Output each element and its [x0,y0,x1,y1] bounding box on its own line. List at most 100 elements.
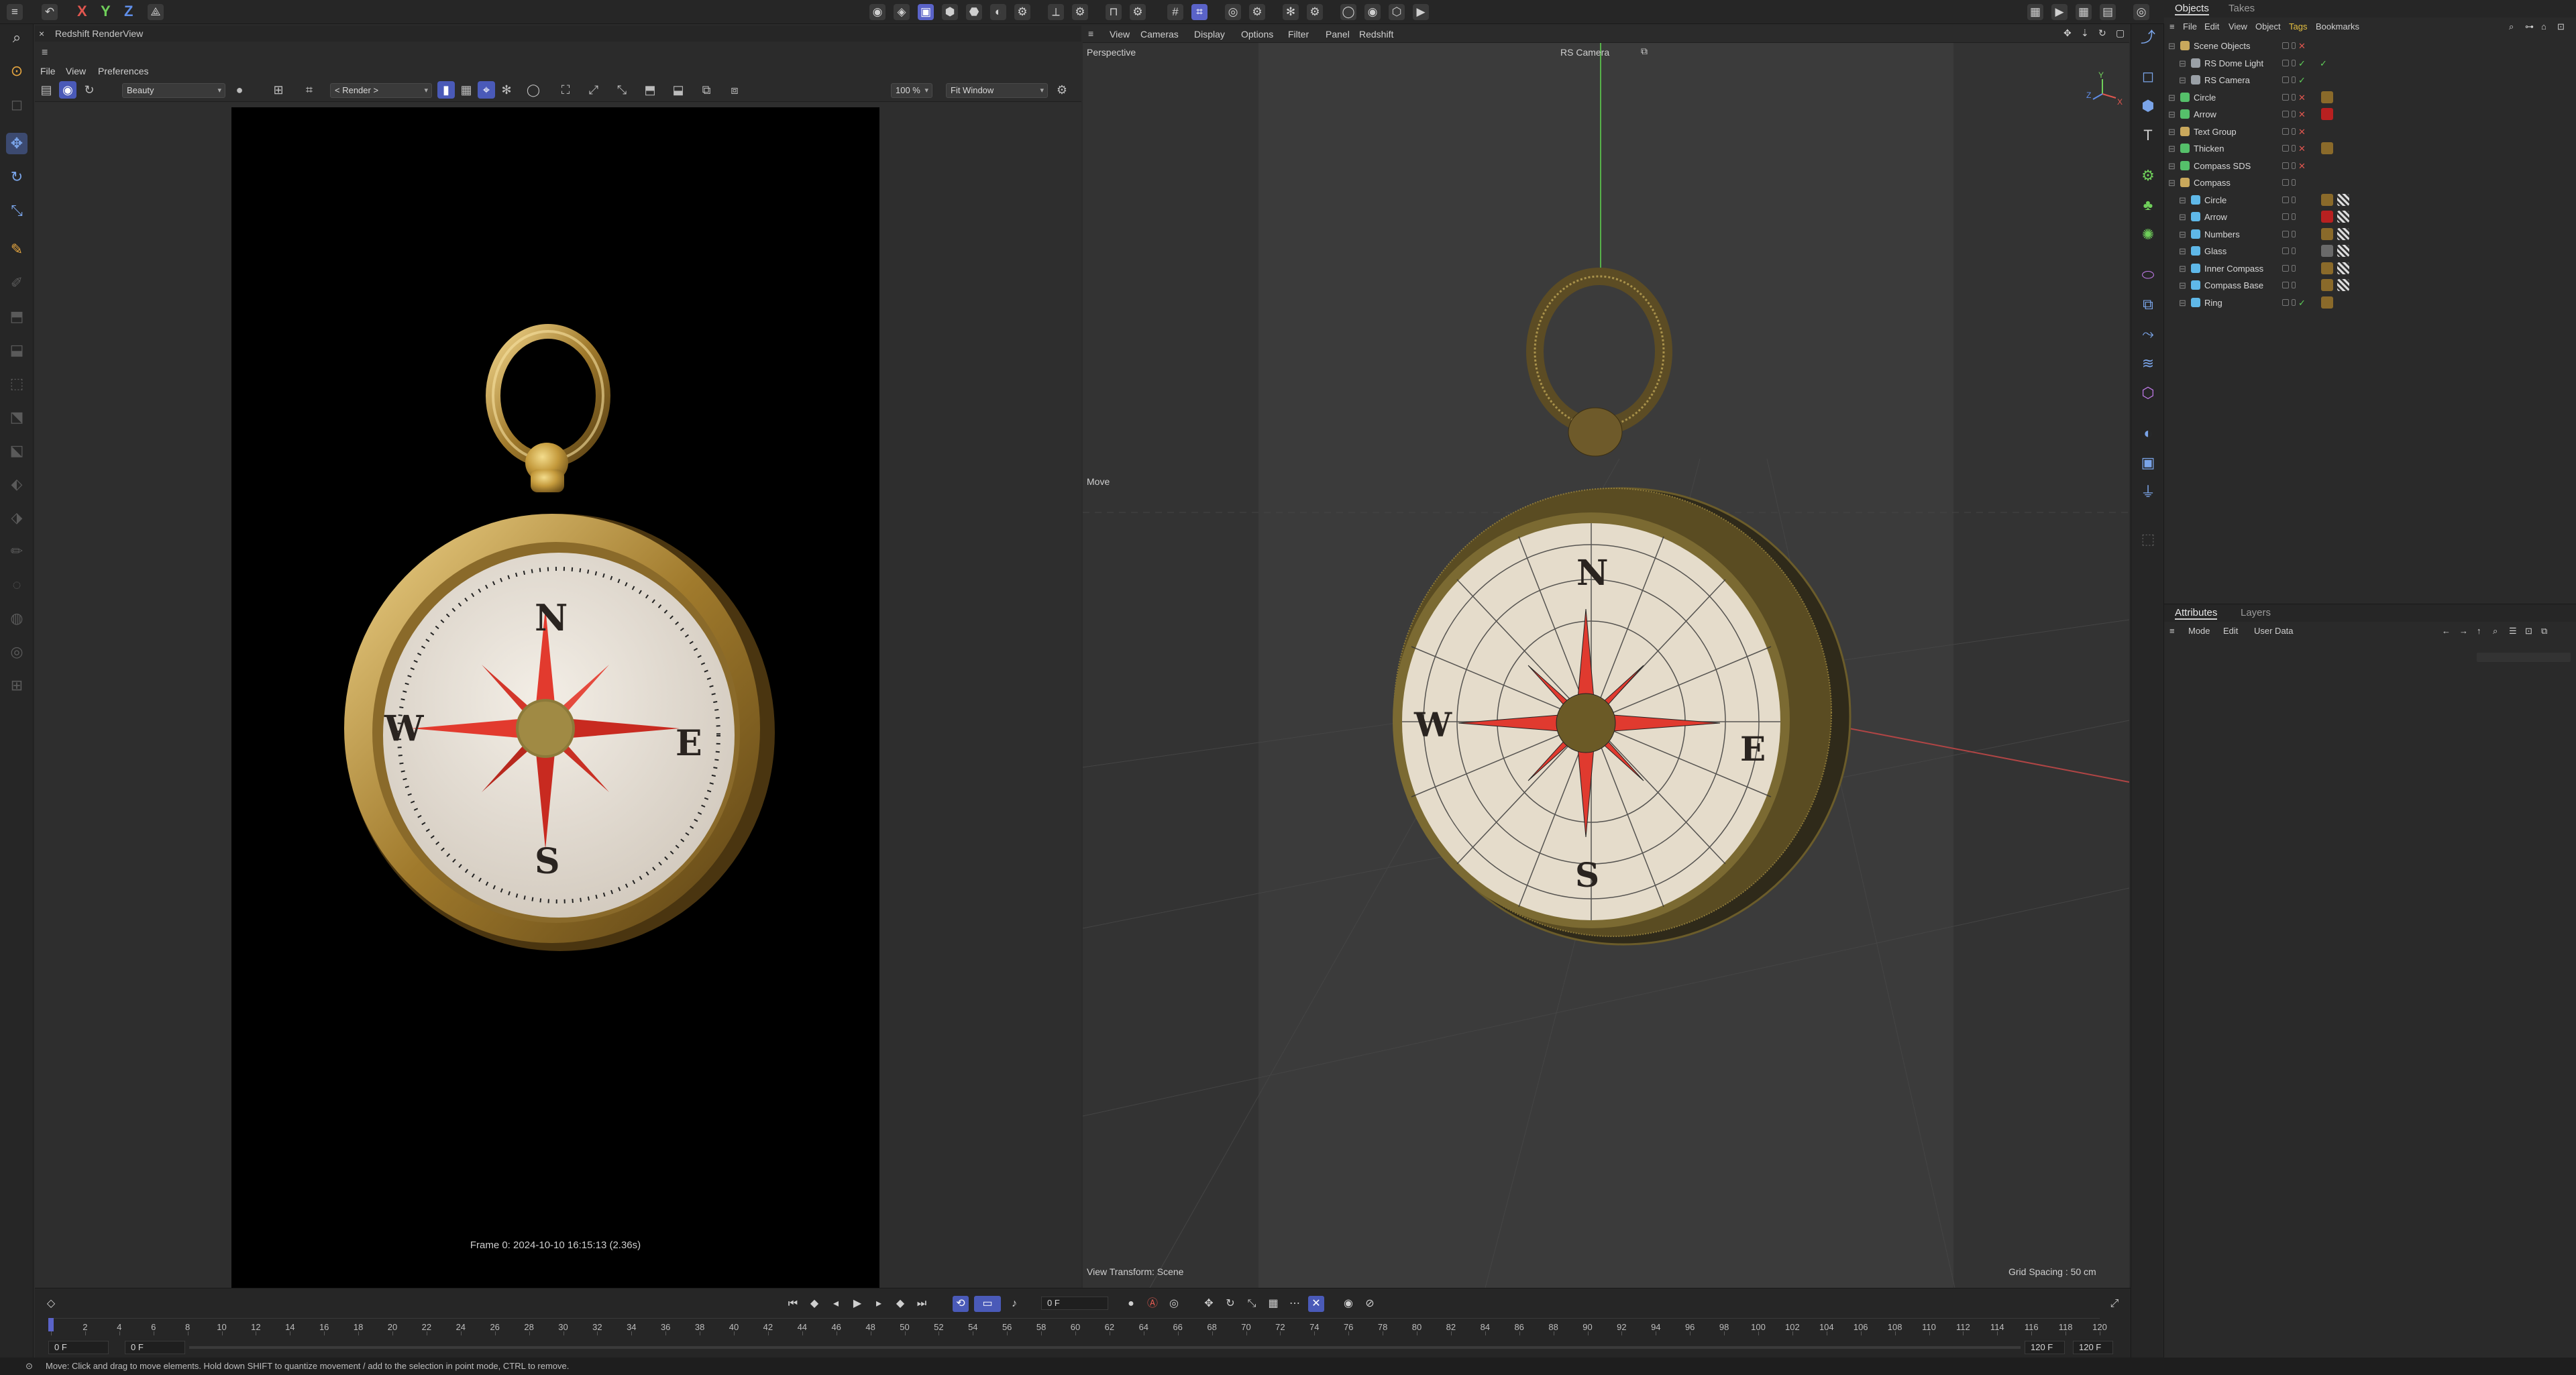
x-axis-lock[interactable]: X [77,3,87,20]
export-icon[interactable]: ⬓ [669,81,687,99]
visibility-render-toggle[interactable] [2292,179,2296,186]
visibility-editor-toggle[interactable] [2282,196,2289,203]
search-icon[interactable]: ⌕ [2493,626,2498,637]
expand-toggle-icon[interactable]: ⊟ [2179,260,2186,277]
null-object-icon[interactable]: ⤴ [2137,27,2159,48]
expand-toggle-icon[interactable]: ⊟ [2179,294,2186,311]
enabled-check-icon[interactable]: ✓ [2298,55,2306,72]
visibility-render-toggle[interactable] [2292,42,2296,49]
settings-gear-icon[interactable]: ⚙ [1014,4,1030,20]
material-tag-icon[interactable] [2321,245,2333,257]
simulation-icon[interactable]: ⬡ [2137,382,2159,404]
render-camera-dropdown[interactable]: < Render > [330,83,432,98]
visibility-editor-toggle[interactable] [2282,230,2289,237]
dolly-icon[interactable]: ⇣ [2081,28,2089,39]
history-icon[interactable]: ⧈ [726,81,743,99]
tab-attributes[interactable]: Attributes [2175,607,2218,620]
spline-icon[interactable]: ⤳ [2137,323,2159,345]
object-row[interactable]: ⊟ Arrow [2164,209,2576,225]
new-window-icon[interactable]: ⧉ [2541,626,2547,637]
crop-icon[interactable]: ⌗ [301,81,318,99]
preview-start-field[interactable]: 0 F [48,1341,109,1354]
vp-menu-panel[interactable]: Panel [1326,29,1350,40]
object-row[interactable]: ⊟ Numbers [2164,226,2576,243]
snapshot-icon[interactable]: ▤ [38,81,55,99]
material-tag-icon[interactable] [2321,91,2333,103]
filter-icon[interactable]: ⊶ [2525,21,2534,32]
scale-tool-icon[interactable]: ⤡ [6,200,28,221]
disabled-cross-icon[interactable]: ✕ [2298,38,2306,54]
live-selection-icon[interactable]: ⊙ [6,60,28,82]
rotate-tool-icon[interactable]: ↻ [6,166,28,188]
object-row[interactable]: ⊟ Compass Base [2164,277,2576,294]
expand-toggle-icon[interactable]: ⊟ [2168,158,2176,174]
expand-toggle-icon[interactable]: ⊟ [2179,192,2186,209]
smooth-icon[interactable]: ◌ [6,574,28,596]
search-icon[interactable]: ⌕ [2509,21,2514,32]
disabled-cross-icon[interactable]: ✕ [2298,158,2306,174]
bucket-icon[interactable]: ⊞ [270,81,287,99]
expand-toggle-icon[interactable]: ⊟ [2168,123,2176,140]
enabled-check-icon[interactable]: ✓ [2298,72,2306,89]
visibility-render-toggle[interactable] [2292,76,2296,83]
texture-tag-icon[interactable] [2337,279,2349,291]
object-name[interactable]: Ring [2204,294,2222,311]
object-row[interactable]: ⊟ Glass [2164,243,2576,260]
visibility-editor-toggle[interactable] [2282,76,2289,83]
text-tool-icon[interactable]: T [2137,125,2159,146]
snap-icon[interactable]: ⊓ [1106,4,1122,20]
object-name[interactable]: Compass [2194,174,2231,191]
rv-menu-preferences[interactable]: Preferences [98,66,148,76]
search-icon[interactable]: ⌕ [6,27,28,48]
texture-tag-icon[interactable] [2337,193,2349,206]
material-tag-icon[interactable] [2321,227,2333,240]
weld-icon[interactable]: ⬕ [6,440,28,461]
visibility-editor-toggle[interactable] [2282,111,2289,117]
visibility-editor-toggle[interactable] [2282,264,2289,272]
material-tag-icon[interactable] [2321,108,2333,120]
om-menu-edit[interactable]: Edit [2204,21,2219,32]
expand-toggle-icon[interactable]: ⊟ [2168,38,2176,54]
texture-tag-icon[interactable] [2337,245,2349,257]
model-mode-icon[interactable]: ▣ [918,4,934,20]
orbit-icon[interactable]: ↻ [2098,28,2106,39]
disabled-cross-icon[interactable]: ✕ [2298,106,2306,123]
camera-link-icon[interactable]: ⧉ [1641,46,1648,57]
visibility-render-toggle[interactable] [2292,145,2296,152]
render-region-icon[interactable]: ▦ [2076,4,2092,20]
bevel-icon[interactable]: ⬓ [6,339,28,361]
stitch-icon[interactable]: ⬖ [6,474,28,495]
hamburger-menu-icon[interactable]: ≡ [7,4,23,20]
visibility-editor-toggle[interactable] [2282,248,2289,254]
expand-toggle-icon[interactable]: ⊟ [2179,226,2186,243]
zoom-field[interactable]: 100 % [891,83,932,98]
pick-icon[interactable]: ⌖ [478,81,495,99]
enabled-check-icon[interactable]: ✓ [2298,294,2306,311]
y-axis-lock[interactable]: Y [101,3,111,20]
visibility-render-toggle[interactable] [2292,127,2296,135]
home-icon[interactable]: ⌂ [2541,21,2546,32]
disabled-cross-icon[interactable]: ✕ [2298,89,2306,106]
up-arrow-icon[interactable]: ↑ [2477,626,2481,636]
visibility-editor-toggle[interactable] [2282,162,2289,169]
visibility-editor-toggle[interactable] [2282,179,2289,186]
knife-tool-icon[interactable]: ✎ [6,239,28,260]
om-menu-object[interactable]: Object [2255,21,2281,32]
texture-tag-icon[interactable] [2337,262,2349,274]
uv-mode-icon[interactable]: ◐ [990,4,1006,20]
visibility-render-toggle[interactable] [2292,111,2296,117]
points-mode-icon[interactable]: ◉ [869,4,885,20]
object-name[interactable]: RS Camera [2204,72,2250,89]
z-axis-lock[interactable]: Z [124,3,133,20]
render-view-icon[interactable]: ▶ [1413,4,1429,20]
expand-toggle-icon[interactable]: ⊟ [2168,106,2176,123]
object-name[interactable]: Scene Objects [2194,38,2251,54]
object-name[interactable]: Compass SDS [2194,158,2251,174]
focus-icon[interactable]: ⛶ [557,81,574,99]
timeline-expand-icon[interactable]: ⤢ [2106,1296,2123,1312]
scene-end-field[interactable]: 120 F [2025,1341,2065,1354]
material-tag-icon[interactable] [2321,262,2333,274]
bridge-icon[interactable]: ⬚ [6,373,28,394]
texture-tag-icon[interactable] [2337,227,2349,240]
color-channel-icon[interactable]: ● [231,81,248,99]
